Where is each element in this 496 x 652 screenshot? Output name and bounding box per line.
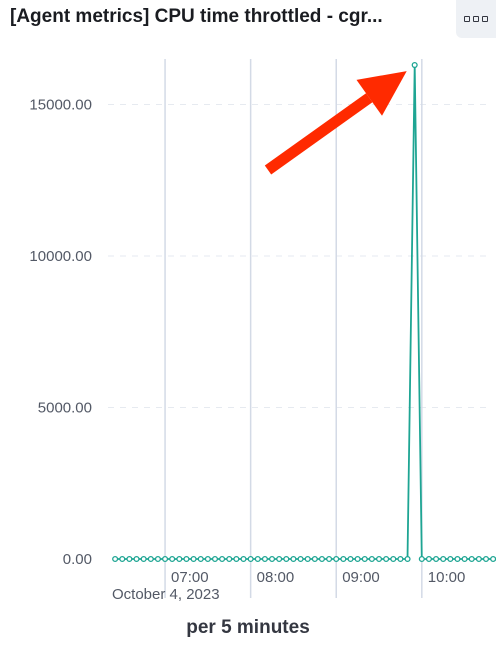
annotation-arrow	[264, 71, 407, 175]
data-point	[254, 555, 261, 563]
data-point	[490, 555, 496, 563]
data-point	[390, 555, 397, 563]
data-point	[176, 555, 183, 563]
data-point	[133, 555, 140, 563]
data-point	[169, 555, 176, 563]
data-point	[290, 555, 297, 563]
data-point	[311, 555, 318, 563]
x-tick-label: 09:00	[342, 569, 380, 586]
data-point	[219, 555, 226, 563]
x-axis-title: per 5 minutes	[186, 617, 310, 638]
data-point	[126, 555, 133, 563]
data-point	[226, 555, 233, 563]
data-point	[190, 555, 197, 563]
x-date-label: October 4, 2023	[112, 586, 220, 603]
data-point	[261, 555, 268, 563]
data-point	[304, 555, 311, 563]
data-point	[183, 555, 190, 563]
data-point	[240, 555, 247, 563]
data-point	[140, 555, 147, 563]
data-point	[162, 555, 169, 563]
data-point	[340, 555, 347, 563]
arrow-head	[356, 71, 407, 116]
line-chart: 0.00 5000.00 10000.00 15000.00 07:00 08:00 09…	[29, 59, 496, 603]
data-point	[233, 555, 240, 563]
data-point	[276, 555, 283, 563]
data-point	[454, 555, 461, 563]
data-point	[475, 555, 482, 563]
data-point	[397, 555, 404, 563]
data-point	[404, 555, 411, 563]
x-tick-label: 08:00	[257, 569, 295, 586]
data-point	[383, 555, 390, 563]
data-point	[468, 555, 475, 563]
y-tick-label: 5000.00	[38, 399, 92, 416]
data-point	[154, 555, 161, 563]
data-point	[318, 555, 326, 563]
data-point	[425, 555, 432, 563]
x-tick-label: 07:00	[171, 569, 209, 586]
data-point	[197, 555, 204, 563]
data-point	[326, 555, 333, 563]
data-point	[354, 555, 361, 563]
data-point	[297, 555, 304, 563]
x-tick-label: 10:00	[428, 569, 466, 586]
data-point	[461, 555, 468, 563]
data-point	[268, 555, 276, 563]
arrow-shaft	[264, 93, 373, 175]
grid	[108, 59, 486, 598]
data-point	[433, 555, 440, 563]
data-point	[204, 555, 211, 563]
data-point	[368, 555, 375, 563]
data-point	[418, 555, 425, 563]
data-point	[112, 555, 119, 563]
y-axis: 0.00 5000.00 10000.00 15000.00	[29, 96, 92, 568]
data-point	[411, 62, 418, 69]
data-point	[119, 555, 126, 563]
data-point	[440, 555, 447, 563]
y-tick-label: 0.00	[63, 551, 92, 568]
data-point	[147, 555, 154, 563]
data-point	[447, 555, 454, 563]
data-point	[333, 555, 340, 563]
data-point	[211, 555, 219, 563]
data-point	[347, 555, 354, 563]
data-point	[247, 555, 254, 563]
y-tick-label: 10000.00	[29, 248, 92, 265]
data-point	[361, 555, 368, 563]
data-point	[283, 555, 290, 563]
y-tick-label: 15000.00	[29, 96, 92, 113]
data-point	[375, 555, 383, 563]
data-point	[482, 555, 490, 563]
